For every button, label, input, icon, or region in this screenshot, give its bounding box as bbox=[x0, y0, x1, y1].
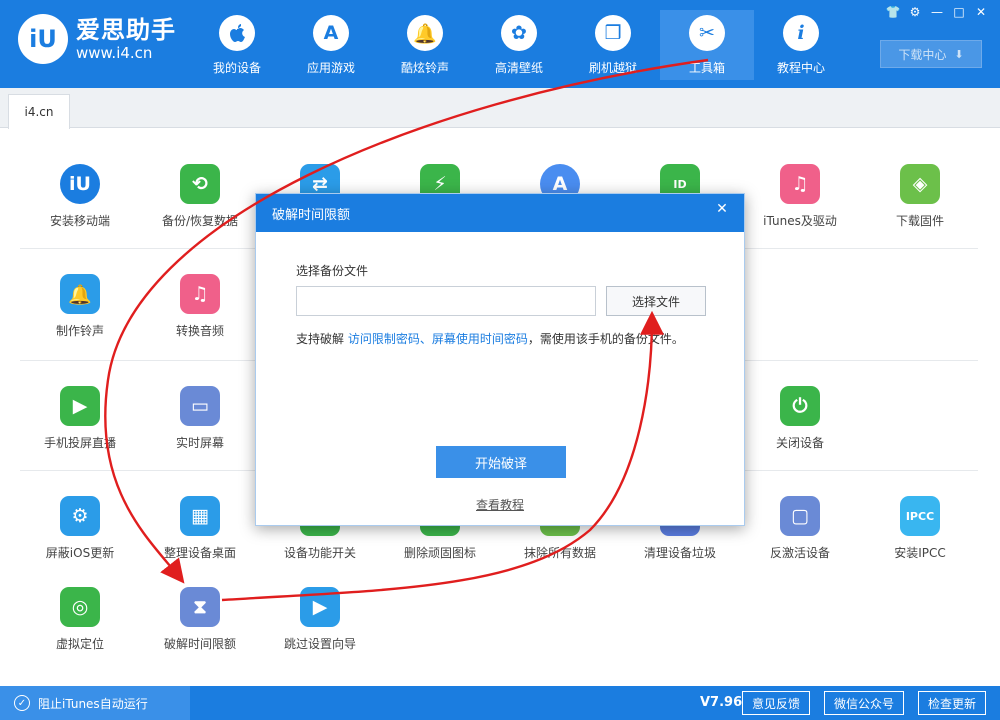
i4-logo-icon: iU bbox=[60, 164, 100, 204]
nav-ringtones[interactable]: 🔔 酷炫铃声 bbox=[378, 10, 472, 80]
minimize-icon[interactable]: — bbox=[928, 4, 946, 20]
box-icon: ❒ bbox=[595, 15, 631, 51]
check-update-button[interactable]: 检查更新 bbox=[918, 691, 986, 715]
main-nav: 我的设备 A 应用游戏 🔔 酷炫铃声 ✿ 高清壁纸 ❒ 刷机越狱 ✂ 工具箱 i… bbox=[190, 10, 848, 80]
nav-tutorials[interactable]: i 教程中心 bbox=[754, 10, 848, 80]
download-icon: ⬇ bbox=[954, 47, 964, 61]
ipcc-icon: IPCC bbox=[900, 496, 940, 536]
backup-file-input[interactable] bbox=[296, 286, 596, 316]
skin-icon[interactable]: 👕 bbox=[884, 4, 902, 20]
grid-icon: ▦ bbox=[180, 496, 220, 536]
tool-screen-cast[interactable]: ▶ 手机投屏直播 bbox=[20, 362, 140, 462]
feedback-button[interactable]: 意见反馈 bbox=[742, 691, 810, 715]
tool-itunes-driver[interactable]: ♫ iTunes及驱动 bbox=[740, 140, 860, 240]
play-icon: ▶ bbox=[60, 386, 100, 426]
choose-file-button[interactable]: 选择文件 bbox=[606, 286, 706, 316]
crack-time-limit-dialog: 破解时间限额 ✕ 选择备份文件 选择文件 支持破解 访问限制密码、屏幕使用时间密… bbox=[255, 193, 745, 526]
view-tutorial-link[interactable]: 查看教程 bbox=[476, 496, 524, 513]
power-icon: ⏻ bbox=[780, 386, 820, 426]
tool-download-firmware[interactable]: ◈ 下载固件 bbox=[860, 140, 980, 240]
cube-icon: ◈ bbox=[900, 164, 940, 204]
tools-icon: ✂ bbox=[689, 15, 725, 51]
tool-install-mobile[interactable]: iU 安装移动端 bbox=[20, 140, 140, 240]
maximize-icon[interactable]: □ bbox=[950, 4, 968, 20]
bell-icon: 🔔 bbox=[407, 15, 443, 51]
block-itunes-toggle[interactable]: ✓ 阻止iTunes自动运行 bbox=[0, 686, 190, 720]
top-header: iU 爱思助手 www.i4.cn 我的设备 A 应用游戏 🔔 酷炫铃声 ✿ 高… bbox=[0, 0, 1000, 88]
music-icon: ♫ bbox=[180, 274, 220, 314]
logo-mark: iU bbox=[18, 14, 68, 64]
monitor-icon: ▭ bbox=[180, 386, 220, 426]
tool-convert-audio[interactable]: ♫ 转换音频 bbox=[140, 250, 260, 350]
check-icon: ✓ bbox=[14, 695, 30, 711]
dialog-close-icon[interactable]: ✕ bbox=[708, 198, 736, 220]
tool-backup-restore[interactable]: ⟲ 备份/恢复数据 bbox=[140, 140, 260, 240]
tab-bar: i4.cn bbox=[0, 88, 1000, 129]
tool-deactivate-device[interactable]: ▢ 反激活设备 bbox=[740, 472, 860, 572]
password-types-link[interactable]: 访问限制密码、屏幕使用时间密码 bbox=[348, 332, 528, 346]
window-controls: 👕 ⚙ — □ ✕ bbox=[884, 4, 990, 20]
support-hint: 支持破解 访问限制密码、屏幕使用时间密码，需使用该手机的备份文件。 bbox=[296, 332, 684, 346]
location-pin-icon: ◎ bbox=[60, 587, 100, 627]
settings-icon[interactable]: ⚙ bbox=[906, 4, 924, 20]
music-icon: ♫ bbox=[780, 164, 820, 204]
version-label: V7.96 bbox=[700, 695, 743, 710]
bell-icon: 🔔 bbox=[60, 274, 100, 314]
nav-flash-jailbreak[interactable]: ❒ 刷机越狱 bbox=[566, 10, 660, 80]
gear-icon: ⚙ bbox=[60, 496, 100, 536]
tool-organize-desktop[interactable]: ▦ 整理设备桌面 bbox=[140, 472, 260, 572]
tool-block-ios-update[interactable]: ⚙ 屏蔽iOS更新 bbox=[20, 472, 140, 572]
tool-virtual-location[interactable]: ◎ 虚拟定位 bbox=[20, 563, 140, 663]
start-crack-button[interactable]: 开始破译 bbox=[436, 446, 566, 478]
app-logo: iU 爱思助手 www.i4.cn bbox=[18, 14, 176, 64]
hourglass-icon: ⧗ bbox=[180, 587, 220, 627]
nav-my-device[interactable]: 我的设备 bbox=[190, 10, 284, 80]
tool-make-ringtone[interactable]: 🔔 制作铃声 bbox=[20, 250, 140, 350]
tablet-icon: ▢ bbox=[780, 496, 820, 536]
tool-crack-screen-time[interactable]: ⧗ 破解时间限额 bbox=[140, 563, 260, 663]
apple-icon bbox=[219, 15, 255, 51]
dialog-title: 破解时间限额 bbox=[272, 207, 351, 223]
app-store-icon: A bbox=[313, 15, 349, 51]
tool-skip-setup[interactable]: ▶ 跳过设置向导 bbox=[260, 563, 380, 663]
tool-shutdown-device[interactable]: ⏻ 关闭设备 bbox=[740, 362, 860, 462]
skip-icon: ▶ bbox=[300, 587, 340, 627]
download-center-button[interactable]: 下载中心 ⬇ bbox=[880, 40, 982, 68]
info-icon: i bbox=[783, 15, 819, 51]
tool-realtime-screen[interactable]: ▭ 实时屏幕 bbox=[140, 362, 260, 462]
flower-icon: ✿ bbox=[501, 15, 537, 51]
nav-toolbox[interactable]: ✂ 工具箱 bbox=[660, 10, 754, 80]
close-icon[interactable]: ✕ bbox=[972, 4, 990, 20]
tab-i4cn[interactable]: i4.cn bbox=[8, 94, 70, 129]
nav-wallpapers[interactable]: ✿ 高清壁纸 bbox=[472, 10, 566, 80]
logo-title: 爱思助手 bbox=[76, 16, 176, 44]
bottom-status-bar: ✓ 阻止iTunes自动运行 V7.96 意见反馈 微信公众号 检查更新 bbox=[0, 686, 1000, 720]
backup-icon: ⟲ bbox=[180, 164, 220, 204]
tool-install-ipcc[interactable]: IPCC 安装IPCC bbox=[860, 472, 980, 572]
nav-apps-games[interactable]: A 应用游戏 bbox=[284, 10, 378, 80]
dialog-title-bar: 破解时间限额 ✕ bbox=[256, 194, 744, 232]
wechat-button[interactable]: 微信公众号 bbox=[824, 691, 904, 715]
logo-url: www.i4.cn bbox=[76, 44, 153, 62]
backup-file-label: 选择备份文件 bbox=[296, 264, 369, 278]
